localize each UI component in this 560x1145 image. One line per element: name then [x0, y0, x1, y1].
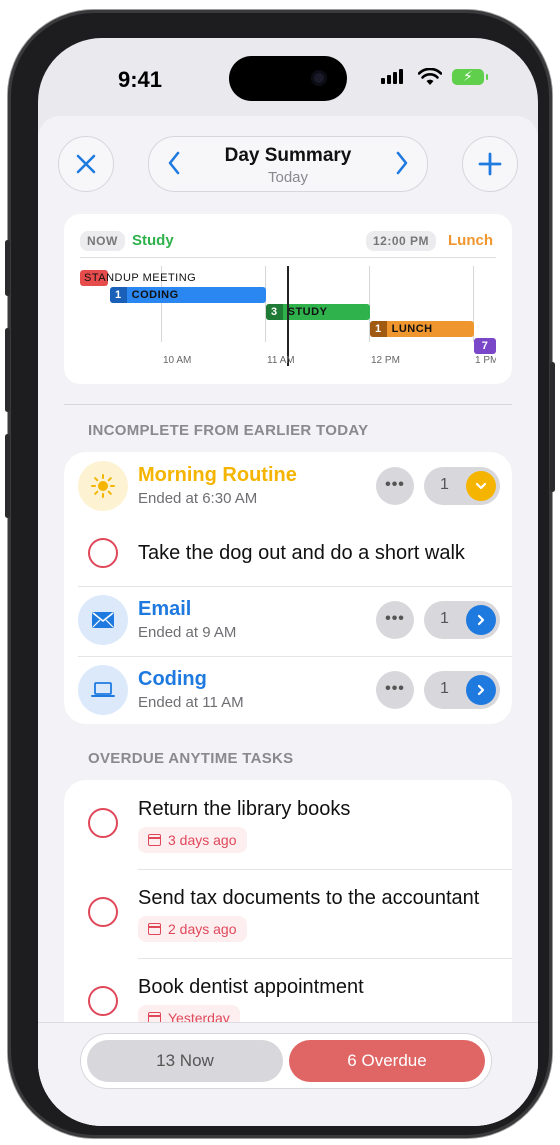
more-options-button[interactable]: •••: [376, 671, 414, 709]
timeline-card[interactable]: NOW Study 12:00 PM Lunch STANDUP MEETING…: [64, 214, 512, 384]
list-item-email[interactable]: Email Ended at 9 AM ••• 1: [64, 586, 512, 656]
more-options-button[interactable]: •••: [376, 467, 414, 505]
now-filter-button[interactable]: 13 Now: [87, 1040, 283, 1082]
section-divider: [64, 404, 512, 405]
camera-icon: [311, 70, 327, 86]
due-badge: 3 days ago: [138, 827, 247, 853]
event-study-label: STUDY: [287, 306, 328, 318]
sun-icon: [78, 461, 128, 511]
dynamic-island: [229, 56, 347, 101]
calendar-icon: [148, 834, 161, 846]
list-item-tax-documents[interactable]: Send tax documents to the accountant 2 d…: [64, 869, 512, 958]
event-coding-count: 1: [110, 287, 127, 303]
overdue-section-header: OVERDUE ANYTIME TASKS: [88, 750, 294, 767]
event-lunch-label: LUNCH: [391, 323, 433, 335]
event-coding-label: CODING: [131, 289, 179, 301]
event-standup-label: STANDUP MEETING: [84, 272, 197, 284]
action-button: [5, 240, 10, 296]
incomplete-task-list: Morning Routine Ended at 6:30 AM ••• 1 T…: [64, 452, 512, 724]
task-subtitle: Ended at 6:30 AM: [138, 490, 258, 507]
plus-icon: [478, 152, 502, 176]
event-study-count: 3: [266, 304, 283, 320]
battery-icon: ⚡: [452, 68, 488, 85]
due-text: 2 days ago: [168, 921, 237, 937]
now-tag: NOW: [80, 231, 125, 251]
task-text: Return the library books: [138, 798, 351, 820]
page-subtitle: Today: [267, 169, 309, 186]
hour-label: 10 AM: [163, 355, 192, 366]
hour-label: 12 PM: [371, 355, 400, 366]
status-time: 9:41: [118, 67, 163, 92]
wifi-icon: [418, 68, 442, 85]
event-coding[interactable]: 1 CODING: [110, 287, 266, 303]
filter-segmented-control: 13 Now 6 Overdue: [80, 1033, 492, 1089]
close-button[interactable]: [58, 136, 114, 192]
bottom-toolbar: 13 Now 6 Overdue: [38, 1022, 538, 1126]
expand-button[interactable]: [466, 471, 496, 501]
chevron-right-icon: [477, 684, 485, 695]
day-summary-sheet: Day Summary Today NOW Study 12:00 PM Lun…: [38, 116, 538, 1126]
count-stepper[interactable]: 1: [424, 671, 500, 709]
task-checkbox[interactable]: [88, 808, 118, 838]
task-subtitle: Ended at 9 AM: [138, 624, 237, 641]
count-stepper[interactable]: 1: [424, 467, 500, 505]
hour-label: 11 AM: [267, 355, 295, 366]
task-checkbox[interactable]: [88, 897, 118, 927]
list-item-dog-walk[interactable]: Take the dog out and do a short walk: [64, 522, 512, 586]
task-count: 1: [440, 680, 449, 697]
chevron-down-icon: [475, 482, 487, 489]
task-title: Morning Routine: [138, 464, 297, 486]
event-more-count: 7: [481, 340, 489, 352]
chevron-right-icon: [477, 614, 485, 625]
overdue-filter-button[interactable]: 6 Overdue: [289, 1040, 485, 1082]
volume-down-button: [5, 434, 10, 518]
more-options-button[interactable]: •••: [376, 601, 414, 639]
task-subtitle: Ended at 11 AM: [138, 694, 244, 711]
open-button[interactable]: [466, 605, 496, 635]
screen: 9:41 ⚡ Day Summary Today NOW Study 12:00…: [38, 38, 538, 1126]
open-button[interactable]: [466, 675, 496, 705]
event-lunch[interactable]: 1 LUNCH: [370, 321, 474, 337]
event-more-badge[interactable]: 7: [474, 338, 496, 354]
incomplete-section-header: INCOMPLETE FROM EARLIER TODAY: [88, 422, 369, 439]
due-text: 3 days ago: [168, 832, 237, 848]
task-count: 1: [440, 610, 449, 627]
task-text: Send tax documents to the accountant: [138, 887, 480, 909]
day-navigator: Day Summary Today: [148, 136, 428, 192]
task-title: Coding: [138, 668, 207, 690]
next-activity-label: Lunch: [448, 232, 493, 249]
task-title: Email: [138, 598, 192, 620]
envelope-icon: [78, 595, 128, 645]
next-time-tag: 12:00 PM: [366, 231, 437, 251]
timeline-divider: [80, 257, 496, 258]
hour-label: 1 PM: [475, 355, 496, 366]
task-checkbox[interactable]: [88, 538, 118, 568]
task-count: 1: [440, 476, 449, 493]
page-title: Day Summary: [224, 145, 352, 166]
list-item-library-books[interactable]: Return the library books 3 days ago: [64, 780, 512, 869]
phone-frame: 9:41 ⚡ Day Summary Today NOW Study 12:00…: [5, 10, 555, 1138]
chevron-right-icon: [396, 151, 408, 175]
task-text: Book dentist appointment: [138, 976, 364, 998]
add-button[interactable]: [462, 136, 518, 192]
event-study[interactable]: 3 STUDY: [266, 304, 370, 320]
list-item-morning-routine[interactable]: Morning Routine Ended at 6:30 AM ••• 1: [64, 452, 512, 522]
list-item-coding[interactable]: Coding Ended at 11 AM ••• 1: [64, 656, 512, 726]
due-badge: 2 days ago: [138, 916, 247, 942]
next-day-button[interactable]: [395, 150, 409, 180]
calendar-icon: [148, 923, 161, 935]
task-checkbox[interactable]: [88, 986, 118, 1016]
side-button: [550, 362, 555, 492]
status-bar: 9:41 ⚡: [38, 38, 538, 116]
now-activity-label: Study: [132, 232, 174, 249]
event-standup-meeting[interactable]: STANDUP MEETING: [80, 270, 250, 286]
laptop-icon: [78, 665, 128, 715]
current-time-indicator: [287, 266, 289, 366]
close-icon: [76, 154, 96, 174]
volume-up-button: [5, 328, 10, 412]
task-text: Take the dog out and do a short walk: [138, 542, 465, 564]
event-lunch-count: 1: [370, 321, 387, 337]
count-stepper[interactable]: 1: [424, 601, 500, 639]
